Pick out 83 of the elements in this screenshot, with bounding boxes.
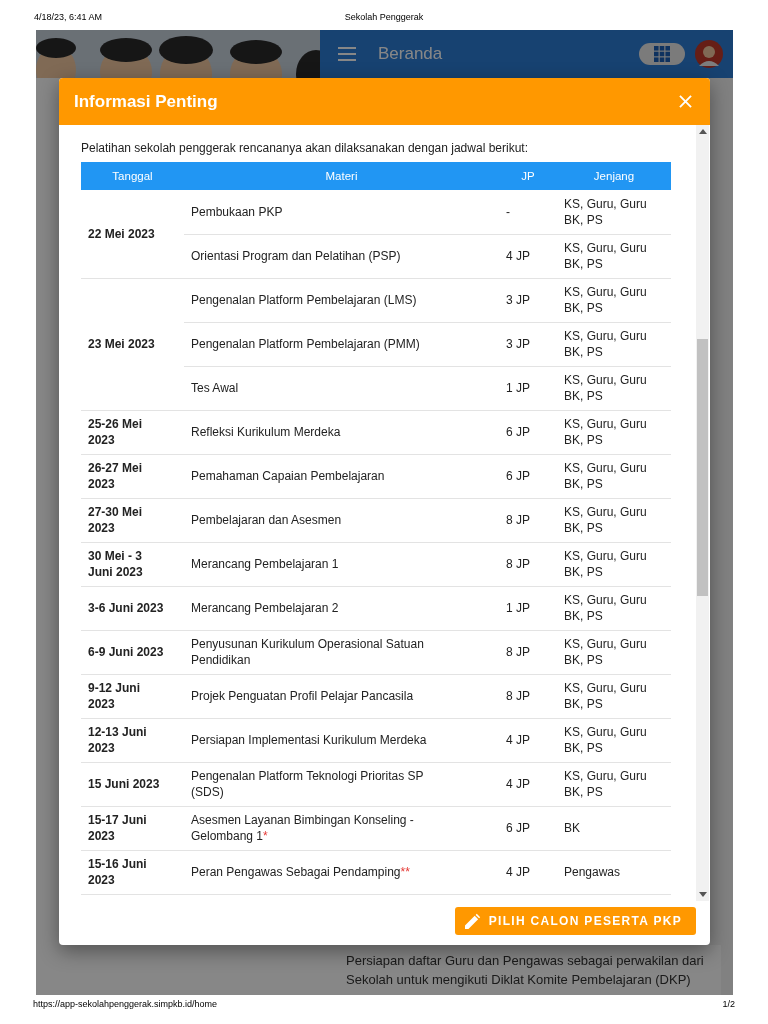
date-cell: 9-12 Juni 2023	[81, 674, 184, 718]
table-cell: KS, Guru, Guru BK, PS	[557, 454, 671, 498]
table-cell: KS, Guru, Guru BK, PS	[557, 234, 671, 278]
table-cell: 1 JP	[499, 586, 557, 630]
print-date: 4/18/23, 6:41 AM	[34, 12, 104, 22]
table-cell: KS, Guru, Guru BK, PS	[557, 718, 671, 762]
table-cell: KS, Guru, Guru BK, PS	[557, 542, 671, 586]
menu-icon[interactable]	[338, 47, 356, 61]
table-cell: Persiapan Implementasi Kurikulum Merdeka	[184, 718, 499, 762]
date-cell: 27-30 Mei 2023	[81, 498, 184, 542]
table-cell: KS, Guru, Guru BK, PS	[557, 366, 671, 410]
table-cell: 8 JP	[499, 542, 557, 586]
intro-text: Pelatihan sekolah penggerak rencananya akan dilaksanakan dengan jadwal berikut:	[81, 141, 529, 156]
table-cell: Merancang Pembelajaran 1	[184, 542, 499, 586]
scroll-up-icon[interactable]	[698, 129, 707, 134]
table-cell: 8 JP	[499, 498, 557, 542]
page-number: 1/2	[722, 999, 735, 1009]
date-cell: 3-6 Juni 2023	[81, 586, 184, 630]
table-cell: Refleksi Kurikulum Merdeka	[184, 410, 499, 454]
table-cell: Asesmen Layanan Bimbingan Konseling - Gelombang 1*	[184, 806, 499, 850]
table-cell: KS, Guru, Guru BK, PS	[557, 762, 671, 806]
page-title: Beranda	[378, 44, 443, 64]
table-cell: 1 JP	[499, 366, 557, 410]
close-icon[interactable]	[679, 95, 692, 108]
table-cell: 4 JP	[499, 762, 557, 806]
date-cell: 15 Juni 2023	[81, 762, 184, 806]
column-header: Tanggal	[81, 162, 184, 190]
table-cell: -	[499, 190, 557, 234]
table-cell: Merancang Pembelajaran 2	[184, 586, 499, 630]
table-cell: 6 JP	[499, 410, 557, 454]
table-cell: Pembukaan PKP	[184, 190, 499, 234]
page-url: https://app-sekolahpenggerak.simpkb.id/home	[33, 999, 218, 1009]
table-cell: KS, Guru, Guru BK, PS	[557, 586, 671, 630]
apps-button[interactable]	[639, 43, 685, 65]
date-cell: 12-13 Juni 2023	[81, 718, 184, 762]
print-title: Sekolah Penggerak	[344, 12, 424, 22]
column-header: Materi	[184, 162, 499, 190]
table-cell: Tes Awal	[184, 366, 499, 410]
table-cell: 4 JP	[499, 234, 557, 278]
table-cell: 4 JP	[499, 718, 557, 762]
table-cell: 6 JP	[499, 454, 557, 498]
dialog-title: Informasi Penting	[74, 91, 218, 112]
date-cell: 25-26 Mei 2023	[81, 410, 184, 454]
pencil-icon	[464, 913, 481, 929]
select-participants-button[interactable]: PILIH CALON PESERTA PKP	[454, 907, 696, 935]
table-cell: KS, Guru, Guru BK, PS	[557, 322, 671, 366]
table-cell: Peran Pengawas Sebagai Pendamping**	[184, 850, 499, 894]
table-cell: 8 JP	[499, 630, 557, 674]
grid-icon	[654, 46, 670, 62]
date-cell: 6-9 Juni 2023	[81, 630, 184, 674]
avatar[interactable]	[695, 40, 723, 68]
table-cell: KS, Guru, Guru BK, PS	[557, 410, 671, 454]
table-cell: Pengenalan Platform Pembelajaran (LMS)	[184, 278, 499, 322]
table-cell: Pengawas	[557, 850, 671, 894]
date-cell: 23 Mei 2023	[81, 278, 184, 410]
date-cell: 30 Mei - 3 Juni 2023	[81, 542, 184, 586]
table-cell: Pemahaman Capaian Pembelajaran	[184, 454, 499, 498]
table-cell: KS, Guru, Guru BK, PS	[557, 630, 671, 674]
table-cell: 6 JP	[499, 806, 557, 850]
column-header: JP	[499, 162, 557, 190]
table-cell: KS, Guru, Guru BK, PS	[557, 278, 671, 322]
table-cell: Projek Penguatan Profil Pelajar Pancasila	[184, 674, 499, 718]
column-header: Jenjang	[557, 162, 671, 190]
date-cell: 26-27 Mei 2023	[81, 454, 184, 498]
table-cell: BK	[557, 806, 671, 850]
scrollbar[interactable]	[696, 125, 709, 901]
card-text: Persiapan daftar Guru dan Pengawas sebagai perwakilan dari Sekolah untuk mengikuti Diklat Komite Pembelajaran (DKP)	[346, 952, 705, 989]
table-cell: Pembelajaran dan Asesmen	[184, 498, 499, 542]
table-cell: KS, Guru, Guru BK, PS	[557, 498, 671, 542]
date-cell: 22 Mei 2023	[81, 190, 184, 278]
table-cell: Penyusunan Kurikulum Operasional Satuan Pendidikan	[184, 630, 499, 674]
table-cell: KS, Guru, Guru BK, PS	[557, 674, 671, 718]
table-cell: Pengenalan Platform Pembelajaran (PMM)	[184, 322, 499, 366]
table-cell: 3 JP	[499, 278, 557, 322]
table-cell: 3 JP	[499, 322, 557, 366]
table-cell: 8 JP	[499, 674, 557, 718]
table-cell: Pengenalan Platform Teknologi Prioritas SP (SDS)	[184, 762, 499, 806]
date-cell: 15-16 Juni 2023	[81, 850, 184, 894]
scroll-down-icon[interactable]	[698, 892, 707, 897]
date-cell: 15-17 Juni 2023	[81, 806, 184, 850]
table-cell: Orientasi Program dan Pelatihan (PSP)	[184, 234, 499, 278]
table-cell: KS, Guru, Guru BK, PS	[557, 190, 671, 234]
table-cell: 4 JP	[499, 850, 557, 894]
